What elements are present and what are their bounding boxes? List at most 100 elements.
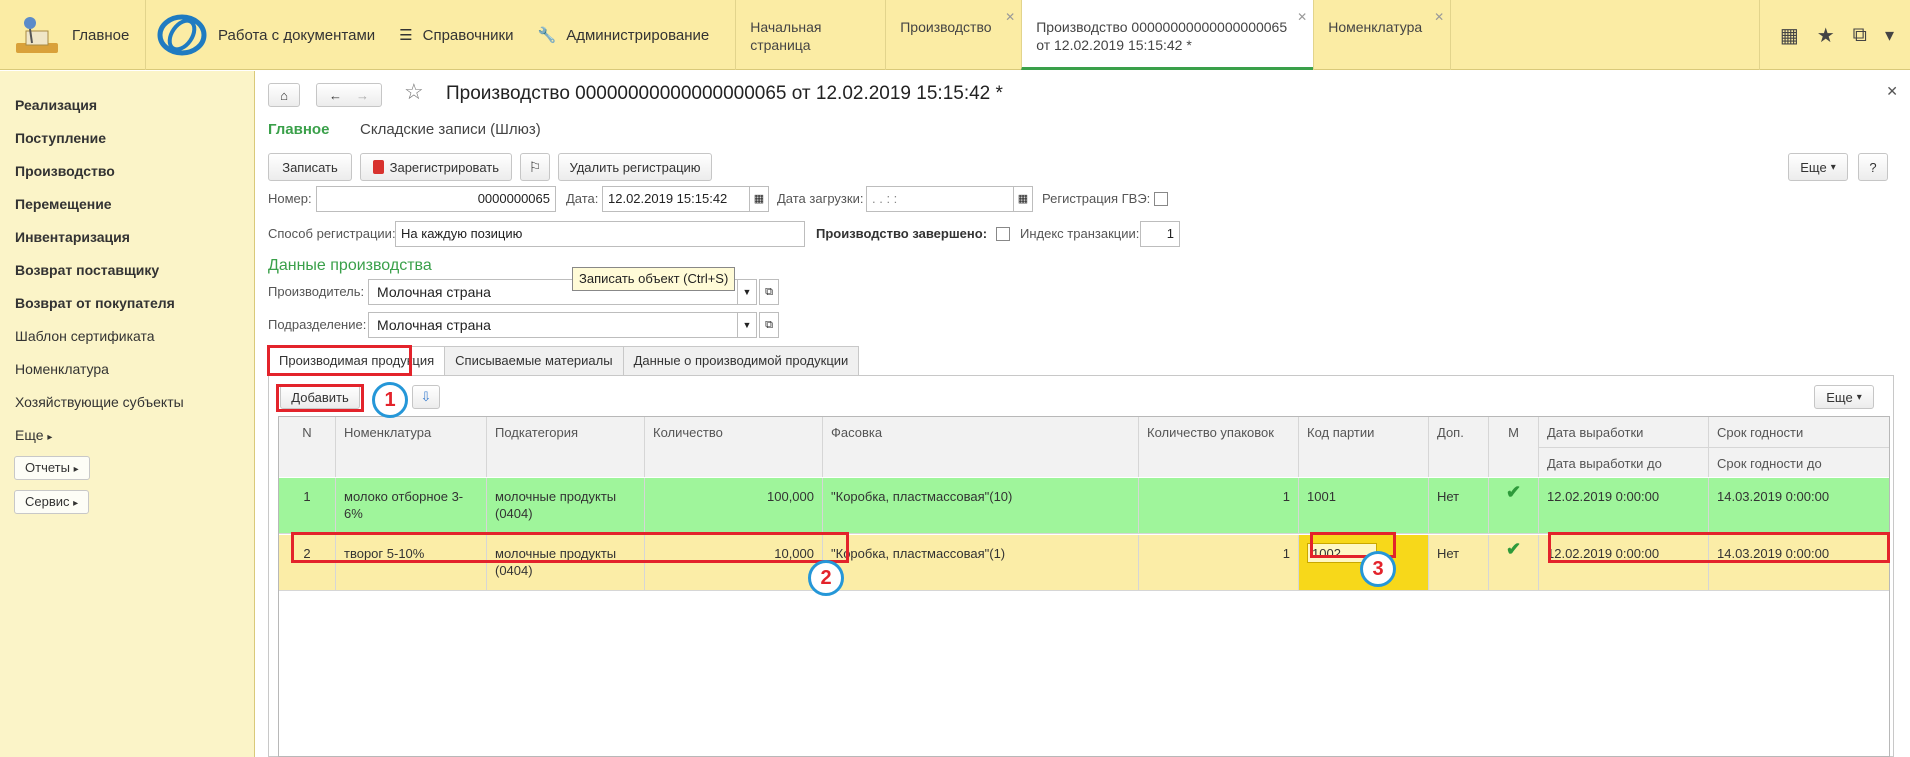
- col-made-date-to[interactable]: Дата выработки до: [1539, 447, 1709, 477]
- cell-batch-code: 1001: [1299, 478, 1429, 533]
- col-expiry-to[interactable]: Срок годности до: [1709, 447, 1889, 477]
- chevron-down-icon[interactable]: ▼: [737, 279, 757, 305]
- done-checkbox[interactable]: [996, 227, 1010, 241]
- back-forward-buttons[interactable]: ← →: [316, 83, 382, 107]
- register-button[interactable]: Зарегистрировать: [360, 153, 512, 181]
- col-batch-code[interactable]: Код партии: [1299, 417, 1429, 477]
- history-icon[interactable]: ⧉: [1853, 24, 1867, 47]
- col-quantity[interactable]: Количество: [645, 417, 823, 477]
- col-nomenclature[interactable]: Номенклатура: [336, 417, 487, 477]
- more-label: Еще: [1800, 159, 1827, 175]
- refs-section[interactable]: ☰ Справочники: [387, 0, 525, 70]
- sidebar-item-business-entities[interactable]: Хозяйствующие субъекты: [0, 386, 254, 419]
- arrow-down-icon[interactable]: ⇩: [412, 385, 440, 409]
- arrow-right-icon[interactable]: →: [356, 88, 369, 103]
- section-title: Данные производства: [268, 257, 432, 274]
- chevron-right-icon: ▸: [73, 498, 79, 509]
- close-icon[interactable]: ✕: [1886, 83, 1898, 100]
- annotation-row2-highlight: [291, 532, 849, 563]
- checkmark-icon: ✔: [1489, 478, 1539, 533]
- close-icon[interactable]: ✕: [1434, 8, 1444, 26]
- number-field[interactable]: 0000000065: [316, 186, 556, 212]
- sidebar-item-return-supplier[interactable]: Возврат поставщику: [0, 254, 254, 287]
- admin-section[interactable]: 🔧 Администрирование: [526, 0, 722, 70]
- chevron-right-icon: ▸: [73, 464, 79, 475]
- load-date-field[interactable]: . . : :: [866, 186, 1014, 212]
- sidebar-item-nomenclature[interactable]: Номенклатура: [0, 353, 254, 386]
- service-button[interactable]: Сервис ▸: [14, 490, 90, 514]
- col-m[interactable]: М: [1489, 417, 1539, 477]
- col-expiry[interactable]: Срок годности: [1709, 417, 1889, 447]
- more-label: Еще: [1826, 389, 1853, 405]
- tab-label: Номенклатура: [1328, 19, 1423, 35]
- arrow-left-icon[interactable]: ←: [329, 88, 342, 103]
- docs-section[interactable]: Работа с документами: [146, 0, 387, 70]
- tab-production[interactable]: Производство ✕: [885, 0, 1021, 70]
- chevron-right-icon: ▸: [47, 432, 53, 443]
- help-button[interactable]: ?: [1858, 153, 1888, 181]
- apps-grid-icon[interactable]: ▦: [1780, 23, 1799, 48]
- home-section[interactable]: Главное: [0, 0, 145, 70]
- more-button[interactable]: Еще ▾: [1788, 153, 1848, 181]
- cell-pack-count: 1: [1139, 535, 1299, 590]
- sidebar-item-transfer[interactable]: Перемещение: [0, 188, 254, 221]
- top-bar: Главное Работа с документами ☰ Справочни…: [0, 0, 1910, 70]
- col-made-date[interactable]: Дата выработки: [1539, 417, 1709, 447]
- cell-extra: Нет: [1429, 535, 1489, 590]
- tx-field[interactable]: 1: [1140, 221, 1180, 247]
- tabs: Начальная страница Производство ✕ Произв…: [735, 0, 1452, 70]
- sidebar-item-return-customer[interactable]: Возврат от покупателя: [0, 287, 254, 320]
- nav-main-link[interactable]: Главное: [268, 121, 329, 138]
- sidebar-item-certificate-template[interactable]: Шаблон сертификата: [0, 320, 254, 353]
- close-icon[interactable]: ✕: [1297, 8, 1307, 26]
- sidebar-item-more[interactable]: Еще ▸: [0, 419, 254, 452]
- calendar-icon[interactable]: ▦: [749, 186, 769, 212]
- col-n[interactable]: N: [279, 417, 336, 477]
- col-pack-count[interactable]: Количество упаковок: [1139, 417, 1299, 477]
- method-label: Способ регистрации:: [268, 226, 396, 241]
- col-extra[interactable]: Доп.: [1429, 417, 1489, 477]
- print-button[interactable]: ⚐: [520, 153, 550, 181]
- method-field[interactable]: На каждую позицию: [395, 221, 805, 247]
- save-button[interactable]: Записать: [268, 153, 352, 181]
- tab-production-doc[interactable]: Производство 00000000000000000065 от 12.…: [1021, 0, 1314, 70]
- tab-materials[interactable]: Списываемые материалы: [444, 346, 624, 376]
- home-nav-button[interactable]: ⌂: [268, 83, 300, 107]
- division-field[interactable]: Молочная страна: [368, 312, 738, 338]
- sidebar-item-receipts[interactable]: Поступление: [0, 122, 254, 155]
- chevron-down-icon: ▾: [1830, 161, 1836, 173]
- table-more-button[interactable]: Еще ▾: [1814, 385, 1874, 409]
- col-subcategory[interactable]: Подкатегория: [487, 417, 645, 477]
- move-down-icon: ⇩: [420, 389, 432, 404]
- tab-product-data[interactable]: Данные о производимой продукции: [622, 346, 860, 376]
- date-field[interactable]: 12.02.2019 15:15:42: [602, 186, 750, 212]
- favorite-star-icon[interactable]: ☆: [404, 79, 424, 105]
- col-packaging[interactable]: Фасовка: [823, 417, 1139, 477]
- reports-button[interactable]: Отчеты ▸: [14, 456, 90, 480]
- open-icon[interactable]: ⧉: [759, 312, 779, 338]
- open-icon[interactable]: ⧉: [759, 279, 779, 305]
- admin-label: Администрирование: [566, 26, 710, 44]
- chevron-down-icon[interactable]: ▼: [737, 312, 757, 338]
- calendar-icon[interactable]: ▦: [1013, 186, 1033, 212]
- sidebar-item-sales[interactable]: Реализация: [0, 89, 254, 122]
- tab-label: Производство: [900, 19, 992, 35]
- tab-nomenclature[interactable]: Номенклатура ✕: [1313, 0, 1452, 70]
- docs-label: Работа с документами: [218, 26, 376, 44]
- top-right-tools: ▦ ★ ⧉ ▾: [1758, 0, 1910, 70]
- tab-start-page[interactable]: Начальная страница: [735, 0, 885, 70]
- annotation-tab-highlight: [267, 345, 412, 376]
- sidebar-item-production[interactable]: Производство: [0, 155, 254, 188]
- gvz-checkbox[interactable]: [1154, 192, 1168, 206]
- table-row[interactable]: 1 молоко отборное 3-6% молочные продукты…: [279, 478, 1889, 534]
- menu-icon[interactable]: ▾: [1885, 25, 1894, 46]
- division-label: Подразделение:: [268, 317, 367, 332]
- sidebar-item-inventory[interactable]: Инвентаризация: [0, 221, 254, 254]
- close-icon[interactable]: ✕: [1005, 8, 1015, 26]
- star-icon[interactable]: ★: [1817, 23, 1835, 48]
- service-label: Сервис: [25, 494, 70, 509]
- nav-records-link[interactable]: Складские записи (Шлюз): [360, 121, 541, 138]
- unregister-button[interactable]: Удалить регистрацию: [558, 153, 712, 181]
- producer-label: Производитель:: [268, 284, 365, 299]
- chevron-down-icon: ▾: [1856, 391, 1862, 403]
